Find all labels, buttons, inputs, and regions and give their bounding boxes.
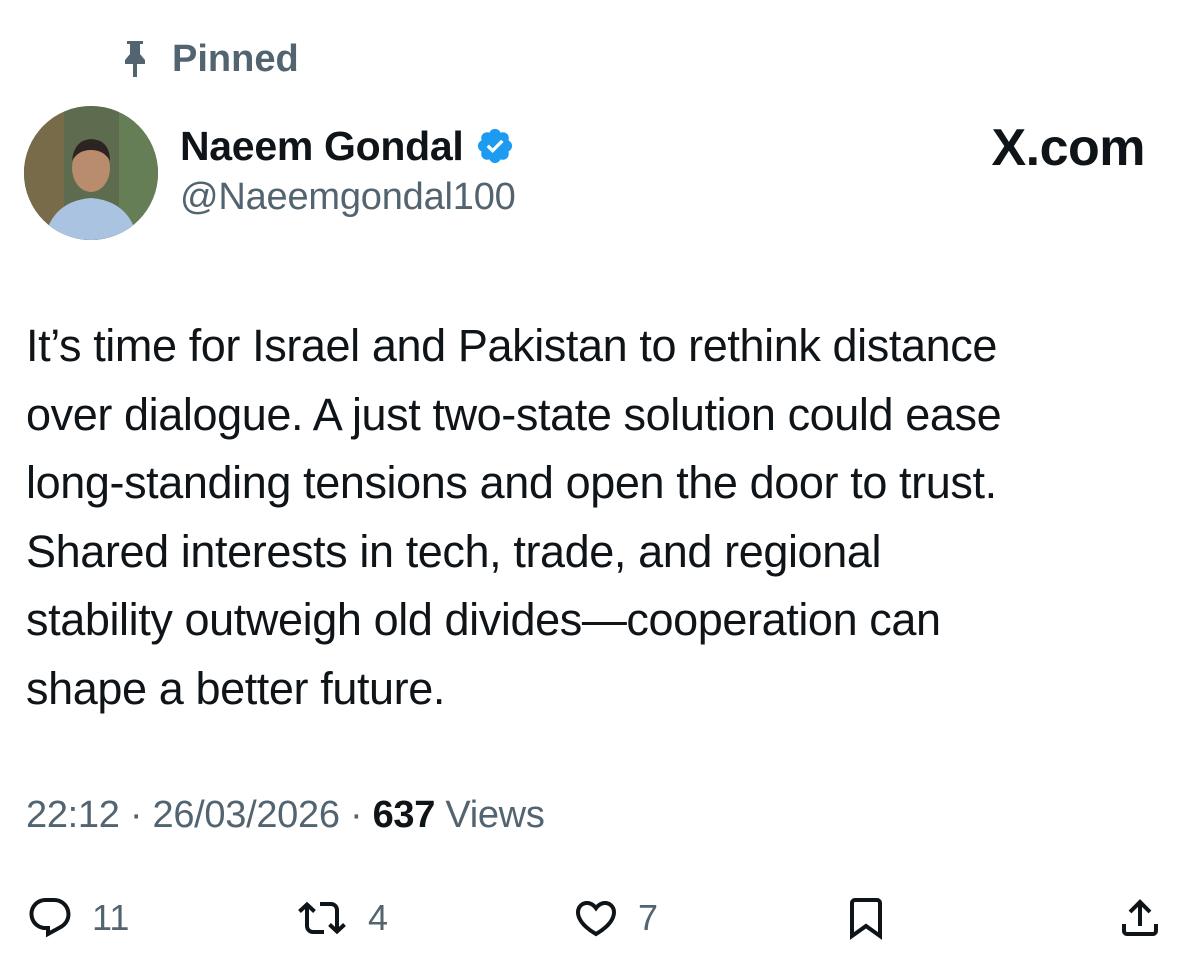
tweet-meta: 22:12 · 26/03/2026 · 637 Views <box>26 794 545 837</box>
tweet-line: Shared interests in tech, trade, and reg… <box>26 525 882 577</box>
author-info: Naeem Gondal @Naeemgondal100 <box>180 120 516 219</box>
repost-button[interactable]: 4 <box>294 886 388 950</box>
tweet-line: stability outweigh old divides—cooperati… <box>26 594 941 645</box>
pinned-label: Pinned <box>172 37 299 80</box>
reply-count: 11 <box>92 897 130 938</box>
x-com-watermark: X.com <box>991 119 1145 177</box>
bookmark-icon <box>842 894 890 942</box>
like-count: 7 <box>638 897 659 938</box>
author-display-name[interactable]: Naeem Gondal <box>180 123 464 170</box>
share-button[interactable] <box>1116 886 1164 950</box>
reply-icon <box>26 894 74 942</box>
tweet-line: It’s time for Israel and Pakistan to ret… <box>26 320 997 371</box>
share-icon <box>1116 894 1164 942</box>
tweet-actions: 11 4 7 <box>0 886 1200 950</box>
author-name-row: Naeem Gondal <box>180 120 516 172</box>
tweet-line: long-standing tensions and open the door… <box>26 457 997 508</box>
pinned-indicator: Pinned <box>120 36 299 82</box>
tweet-text: It’s time for Israel and Pakistan to ret… <box>26 312 1176 723</box>
heart-icon <box>572 894 620 942</box>
repost-icon <box>294 894 350 942</box>
reply-button[interactable]: 11 <box>26 886 129 950</box>
like-button[interactable]: 7 <box>572 886 658 950</box>
meta-separator: · <box>129 794 143 836</box>
tweet-time[interactable]: 22:12 <box>26 794 120 836</box>
views-count[interactable]: 637 <box>373 794 436 836</box>
meta-separator: · <box>349 794 363 836</box>
tweet-line: shape a better future. <box>26 662 445 714</box>
avatar[interactable] <box>24 106 158 240</box>
pin-icon <box>120 39 150 79</box>
tweet-date[interactable]: 26/03/2026 <box>152 794 339 836</box>
author-handle[interactable]: @Naeemgondal100 <box>180 176 516 219</box>
bookmark-button[interactable] <box>842 886 890 950</box>
repost-count: 4 <box>368 897 389 938</box>
verified-badge-icon <box>475 126 515 166</box>
tweet-line: over dialogue. A just two-state solution… <box>26 388 1002 440</box>
views-label: Views <box>445 794 545 836</box>
